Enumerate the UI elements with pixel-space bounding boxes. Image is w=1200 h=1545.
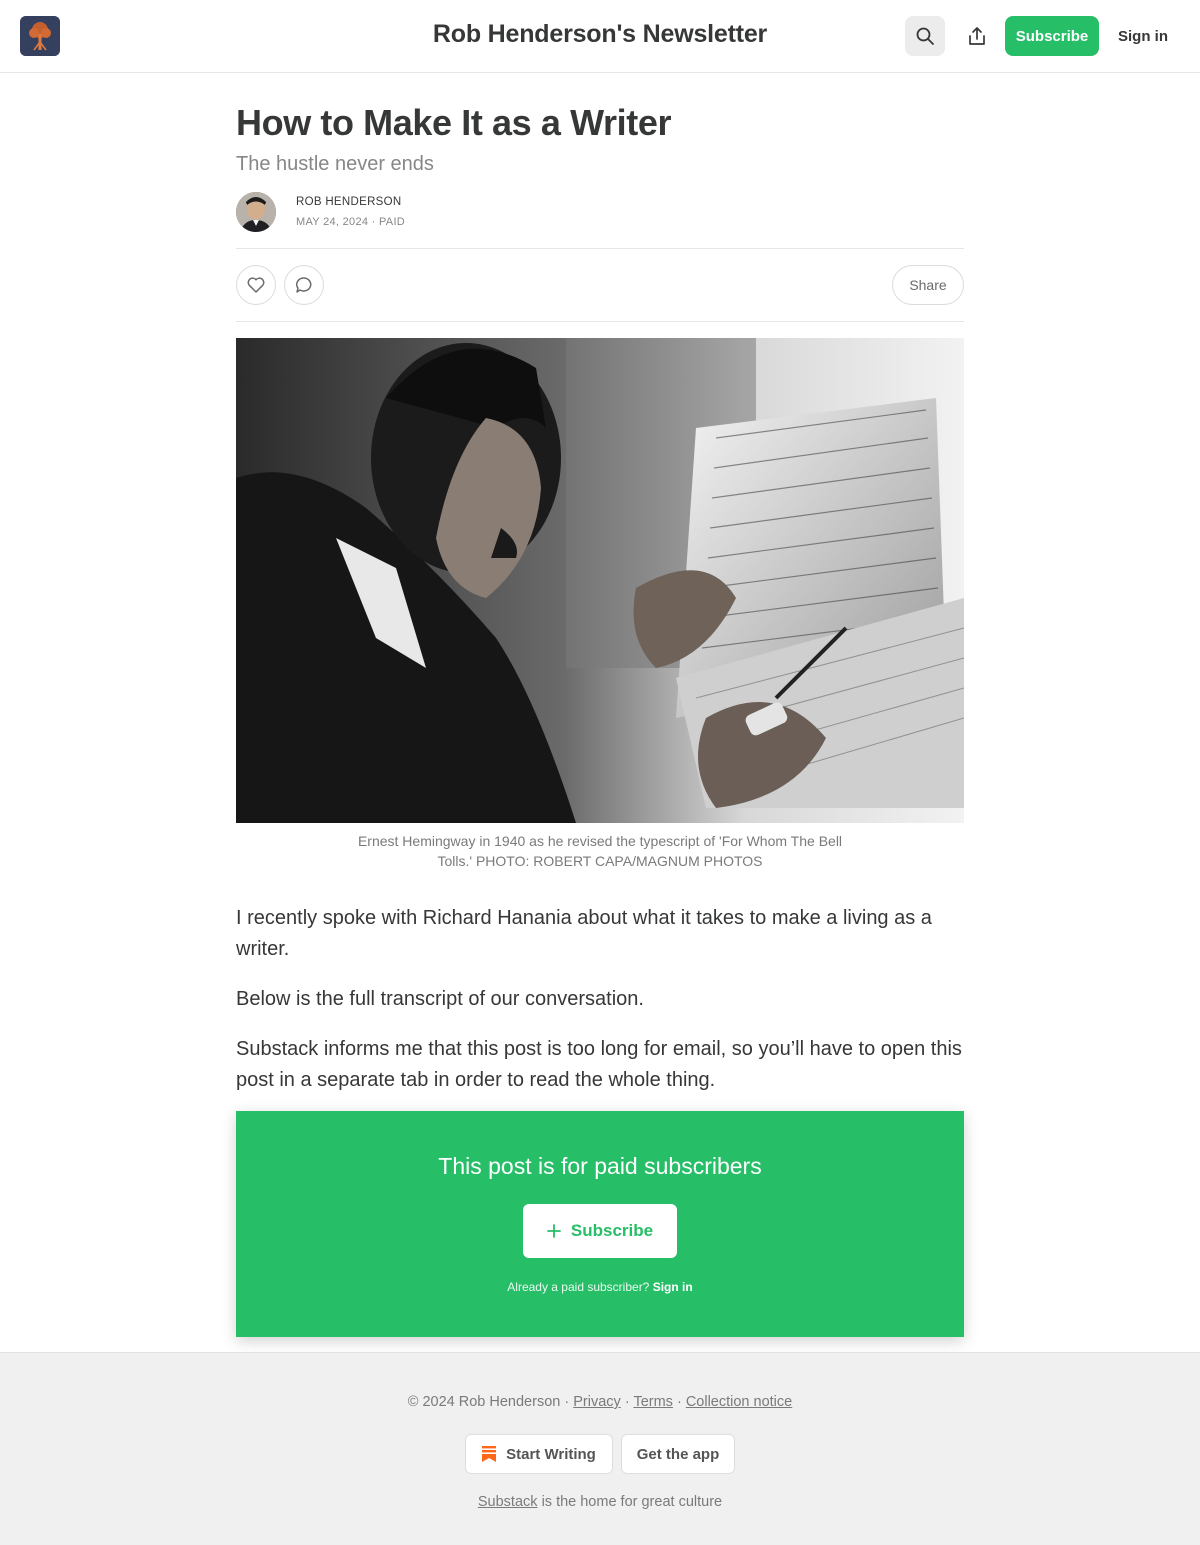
post-subtitle: The hustle never ends <box>236 153 434 175</box>
post-title: How to Make It as a Writer <box>236 102 672 143</box>
meta-separator: · <box>371 216 376 228</box>
paywall-title: This post is for paid subscribers <box>438 1153 762 1179</box>
substack-link[interactable]: Substack <box>478 1494 538 1510</box>
footer-dot: · <box>564 1394 570 1410</box>
search-button[interactable] <box>905 16 945 56</box>
collection-notice-link[interactable]: Collection notice <box>686 1394 792 1410</box>
get-the-app-button[interactable]: Get the app <box>621 1434 735 1474</box>
paywall-subscribe-label: Subscribe <box>570 1221 654 1240</box>
image-caption: Ernest Hemingway in 1940 as he revised t… <box>357 833 843 869</box>
paywall-subscribe-button[interactable]: Subscribe <box>523 1204 677 1258</box>
share-button[interactable] <box>957 16 997 56</box>
sign-in-button[interactable]: Sign in <box>1110 16 1176 56</box>
heart-icon <box>247 277 265 293</box>
like-button[interactable] <box>236 265 276 305</box>
comment-button[interactable] <box>284 265 324 305</box>
divider <box>236 248 964 249</box>
post-hero-image[interactable] <box>236 338 964 823</box>
body-paragraph: Below is the full transcript of our conv… <box>236 988 644 1010</box>
comment-icon <box>296 277 312 293</box>
start-writing-label: Start Writing <box>506 1445 596 1463</box>
substack-logo-icon <box>482 1446 497 1462</box>
share-icon <box>969 27 985 45</box>
post-access-badge: PAID <box>378 216 406 228</box>
paywall-box: This post is for paid subscribers Subscr… <box>236 1111 964 1337</box>
post-date: MAY 24, 2024 <box>296 216 369 228</box>
start-writing-button[interactable]: Start Writing <box>465 1434 613 1474</box>
divider <box>236 321 964 322</box>
author-name[interactable]: ROB HENDERSON <box>296 196 402 208</box>
paywall-note: Already a paid subscriber? Sign in <box>236 1280 964 1294</box>
plus-icon <box>546 1224 561 1238</box>
paywall-sign-in-link[interactable]: Sign in <box>653 1280 693 1294</box>
post-meta: MAY 24, 2024 · PAID <box>296 216 405 228</box>
footer-dot: · <box>676 1394 682 1410</box>
share-post-button[interactable]: Share <box>892 265 964 305</box>
search-icon <box>916 27 934 45</box>
terms-link[interactable]: Terms <box>633 1394 672 1410</box>
body-paragraph: I recently spoke with Richard Hanania ab… <box>236 907 932 960</box>
top-navigation-bar: Rob Henderson's Newsletter Subscribe Sig… <box>0 0 1200 73</box>
footer-dot: · <box>624 1394 630 1410</box>
footer-links: © 2024 Rob Henderson · Privacy · Terms ·… <box>0 1394 1200 1410</box>
footer: © 2024 Rob Henderson · Privacy · Terms ·… <box>0 1352 1200 1545</box>
paywall-note-text: Already a paid subscriber? <box>507 1280 650 1294</box>
copyright-text: © 2024 Rob Henderson <box>407 1394 561 1410</box>
tagline-text: is the home for great culture <box>541 1494 723 1510</box>
subscribe-button[interactable]: Subscribe <box>1005 16 1099 56</box>
privacy-link[interactable]: Privacy <box>573 1394 621 1410</box>
author-avatar[interactable] <box>236 192 276 232</box>
body-paragraph: Substack informs me that this post is to… <box>236 1038 962 1091</box>
footer-tagline: Substack is the home for great culture <box>0 1494 1200 1510</box>
